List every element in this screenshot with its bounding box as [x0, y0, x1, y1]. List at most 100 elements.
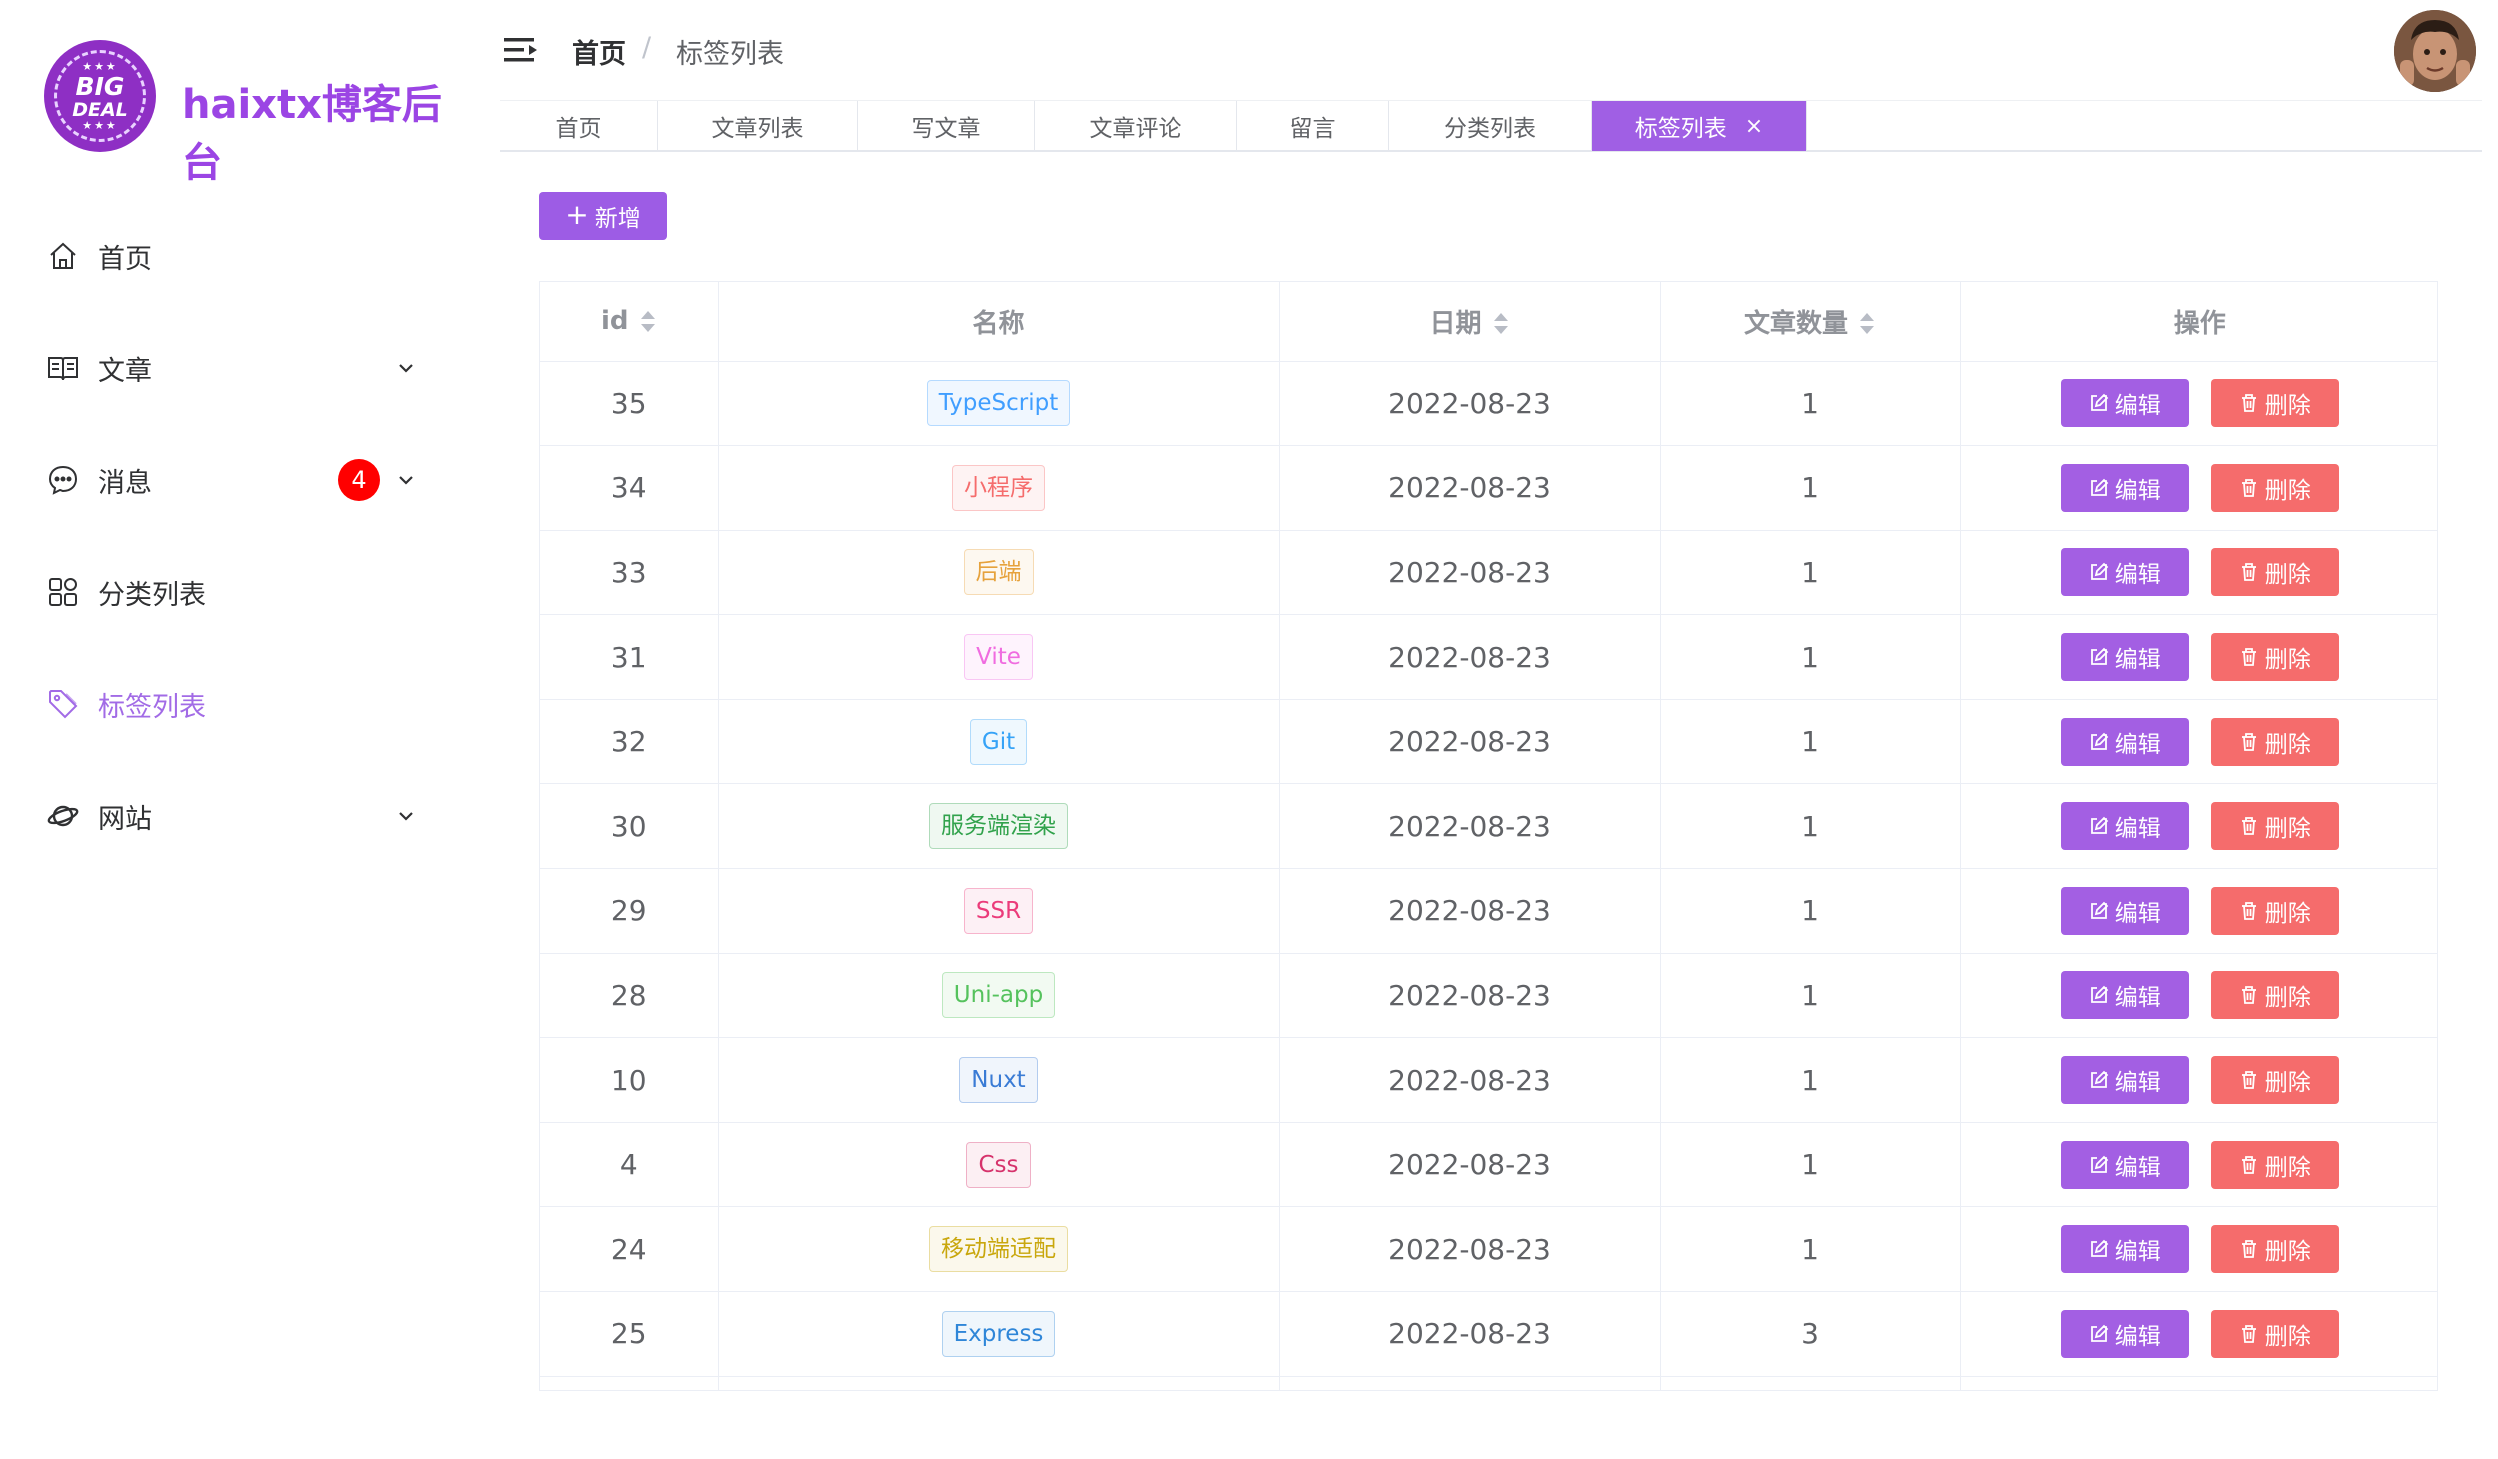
tab-category-list[interactable]: 分类列表	[1389, 101, 1592, 151]
delete-button[interactable]: 删除	[2210, 379, 2339, 428]
delete-button[interactable]: 删除	[2210, 1225, 2339, 1274]
edit-button[interactable]: 编辑	[2060, 1056, 2189, 1105]
tab-guestbook[interactable]: 留言	[1237, 101, 1389, 151]
delete-button[interactable]: 删除	[2210, 463, 2339, 512]
tab-home[interactable]: 首页	[500, 101, 658, 151]
table-row: 10 Nuxt 2022-08-23 1 编辑 删除	[540, 1037, 2437, 1123]
trash-icon	[2239, 478, 2265, 498]
cell-actions: 编辑 删除	[1960, 1206, 2437, 1293]
cell-id: 31	[540, 614, 719, 700]
edit-button[interactable]: 编辑	[2060, 717, 2189, 766]
column-header-id[interactable]: id	[540, 282, 719, 362]
add-tag-button[interactable]: + 新增	[539, 192, 667, 240]
edit-button[interactable]: 编辑	[2060, 1140, 2189, 1189]
cell-id: 25	[540, 1291, 719, 1377]
table-row: 32 Git 2022-08-23 1 编辑 删除	[540, 699, 2437, 785]
table-row: 4 Css 2022-08-23 1 编辑 删除	[540, 1122, 2437, 1208]
edit-button[interactable]: 编辑	[2060, 886, 2189, 935]
sidebar-item-label: 分类列表	[98, 579, 206, 611]
delete-button[interactable]: 删除	[2210, 633, 2339, 682]
sort-icon[interactable]	[1858, 312, 1876, 336]
chevron-down-icon	[399, 364, 413, 373]
sidebar-item-message[interactable]: 消息 4	[0, 424, 480, 536]
delete-button[interactable]: 删除	[2210, 1056, 2339, 1105]
sidebar-item-website[interactable]: 网站	[0, 760, 480, 872]
delete-button[interactable]: 删除	[2210, 717, 2339, 766]
tab-tag-list[interactable]: 标签列表 ×	[1592, 101, 1807, 151]
delete-button[interactable]: 删除	[2210, 886, 2339, 935]
brand-name: haixtx博客后台	[182, 82, 442, 186]
sidebar-item-tag[interactable]: 标签列表	[0, 648, 480, 760]
trash-icon	[2239, 562, 2265, 582]
cell-name: Uni-app	[718, 953, 1280, 1039]
cell-date: 2022-08-23	[1279, 953, 1661, 1039]
edit-button[interactable]: 编辑	[2060, 971, 2189, 1020]
cell-id: 4	[540, 1122, 719, 1208]
table-row: 30 服务端渲染 2022-08-23 1 编辑 删除	[540, 783, 2437, 870]
cell-name: SSR	[718, 868, 1280, 954]
tabs-bar: 首页 文章列表 写文章 文章评论 留言 分类列表 标签列表 ×	[500, 100, 2482, 152]
cell-id: 33	[540, 530, 719, 616]
delete-button[interactable]: 删除	[2210, 1140, 2339, 1189]
breadcrumb-home[interactable]: 首页	[572, 32, 626, 71]
table-row: 33 后端 2022-08-23 1 编辑 删除	[540, 530, 2437, 616]
cell-name: Express	[718, 1291, 1280, 1377]
trash-icon	[2239, 1239, 2265, 1259]
edit-button[interactable]: 编辑	[2060, 1309, 2189, 1358]
cell-count: 1	[1660, 361, 1961, 447]
cell-count: 1	[1660, 1037, 1961, 1123]
cell-id: 34	[540, 445, 719, 531]
delete-button[interactable]: 删除	[2210, 1309, 2339, 1358]
sidebar-item-category[interactable]: 分类列表	[0, 536, 480, 648]
column-header-date[interactable]: 日期	[1279, 282, 1661, 362]
cell-name: 服务端渲染	[718, 783, 1280, 870]
edit-button[interactable]: 编辑	[2060, 548, 2189, 597]
cell-name: Vite	[718, 614, 1280, 700]
edit-button[interactable]: 编辑	[2060, 802, 2189, 851]
delete-button[interactable]: 删除	[2210, 548, 2339, 597]
cell-id: 29	[540, 868, 719, 954]
tab-article-list[interactable]: 文章列表	[658, 101, 858, 151]
cell-date: 2022-08-23	[1279, 1206, 1661, 1293]
cell-date: 2022-08-23	[1279, 868, 1661, 954]
sidebar-item-home[interactable]: 首页	[0, 200, 480, 312]
sort-icon[interactable]	[1492, 312, 1510, 336]
cell-date: 2022-08-23	[1279, 783, 1661, 870]
tag-chip: 移动端适配	[929, 1226, 1068, 1273]
tab-write-article[interactable]: 写文章	[858, 101, 1035, 151]
tab-article-comments[interactable]: 文章评论	[1035, 101, 1237, 151]
category-icon	[46, 575, 80, 609]
cell-count: 1	[1660, 1122, 1961, 1208]
column-header-count[interactable]: 文章数量	[1660, 282, 1961, 362]
edit-icon	[2089, 816, 2115, 836]
delete-button[interactable]: 删除	[2210, 802, 2339, 851]
cell-count: 1	[1660, 783, 1961, 870]
sidebar-item-article[interactable]: 文章	[0, 312, 480, 424]
edit-button[interactable]: 编辑	[2060, 379, 2189, 428]
edit-icon	[2089, 647, 2115, 667]
edit-button[interactable]: 编辑	[2060, 463, 2189, 512]
edit-icon	[2089, 1070, 2115, 1090]
cell-count: 1	[1660, 953, 1961, 1039]
sort-icon[interactable]	[639, 310, 657, 334]
close-icon[interactable]: ×	[1745, 114, 1763, 139]
delete-button[interactable]: 删除	[2210, 971, 2339, 1020]
article-icon	[46, 351, 80, 385]
avatar[interactable]	[2394, 10, 2476, 92]
edit-button[interactable]: 编辑	[2060, 1225, 2189, 1274]
cell-count: 1	[1660, 868, 1961, 954]
table-row: 28 Uni-app 2022-08-23 1 编辑 删除	[540, 953, 2437, 1039]
cell-id: 35	[540, 361, 719, 447]
menu-fold-icon[interactable]	[504, 36, 538, 64]
cell-date: 2022-08-23	[1279, 699, 1661, 785]
tag-chip: SSR	[963, 887, 1034, 934]
tag-chip: 后端	[963, 549, 1034, 596]
cell-count: 1	[1660, 614, 1961, 700]
table-row: 34 小程序 2022-08-23 1 编辑 删除	[540, 445, 2437, 531]
cell-actions: 编辑 删除	[1960, 783, 2437, 870]
plus-icon: +	[565, 198, 589, 231]
breadcrumb-current: 标签列表	[676, 39, 784, 70]
edit-button[interactable]: 编辑	[2060, 633, 2189, 682]
top-header: 首页 / 标签列表	[500, 0, 2498, 100]
tag-chip: Git	[969, 718, 1028, 765]
